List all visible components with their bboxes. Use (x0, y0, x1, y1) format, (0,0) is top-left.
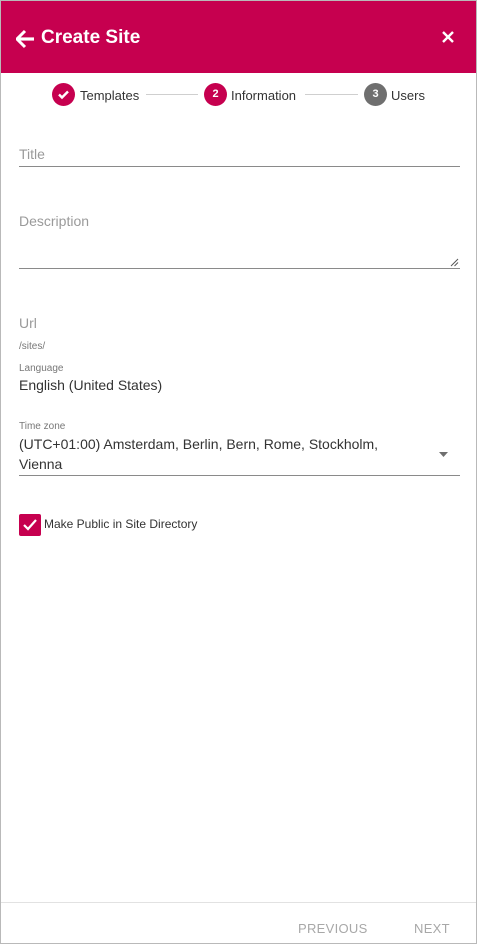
close-icon (442, 31, 454, 43)
check-icon (23, 519, 37, 531)
description-field[interactable]: Description (19, 213, 89, 229)
language-value: English (United States) (19, 377, 163, 393)
timezone-value-line2: Vienna (19, 456, 63, 472)
step-information-label: Information (231, 88, 297, 103)
step-connector (146, 94, 198, 95)
panel-header: Create Site (1, 1, 476, 73)
page-title: Create Site (41, 27, 141, 48)
next-button[interactable]: NEXT (414, 921, 450, 936)
title-field[interactable]: Title (19, 146, 45, 162)
resize-handle-icon[interactable] (450, 258, 459, 267)
wizard-stepper: Templates 2 Information 3 Users (1, 83, 476, 109)
step-users-indicator[interactable]: 3 (364, 83, 387, 106)
make-public-label: Make Public in Site Directory (44, 517, 198, 531)
arrow-left-icon (14, 29, 34, 49)
description-field-underline (19, 268, 460, 269)
timezone-select[interactable]: (UTC+01:00) Amsterdam, Berlin, Bern, Rom… (19, 435, 460, 475)
timezone-value-line1: (UTC+01:00) Amsterdam, Berlin, Bern, Rom… (19, 436, 379, 452)
url-prefix: /sites/ (19, 341, 46, 352)
url-field[interactable]: Url (19, 315, 37, 331)
back-button[interactable] (14, 29, 36, 49)
step-information-indicator[interactable]: 2 (204, 83, 227, 106)
create-site-panel: Create Site Templates 2 Information 3 Us… (0, 0, 477, 944)
step-users-label: Users (391, 88, 425, 103)
timezone-underline (19, 475, 460, 476)
check-icon (58, 90, 69, 100)
title-field-underline (19, 166, 460, 167)
timezone-label: Time zone (19, 421, 66, 432)
language-label: Language (19, 363, 64, 374)
make-public-checkbox[interactable] (19, 514, 41, 536)
step-templates-indicator[interactable] (52, 83, 75, 106)
close-button[interactable] (438, 27, 458, 47)
step-connector (305, 94, 358, 95)
chevron-down-icon (439, 452, 448, 457)
previous-button[interactable]: PREVIOUS (298, 921, 368, 936)
footer-divider (1, 902, 476, 903)
step-templates-label: Templates (80, 88, 140, 103)
